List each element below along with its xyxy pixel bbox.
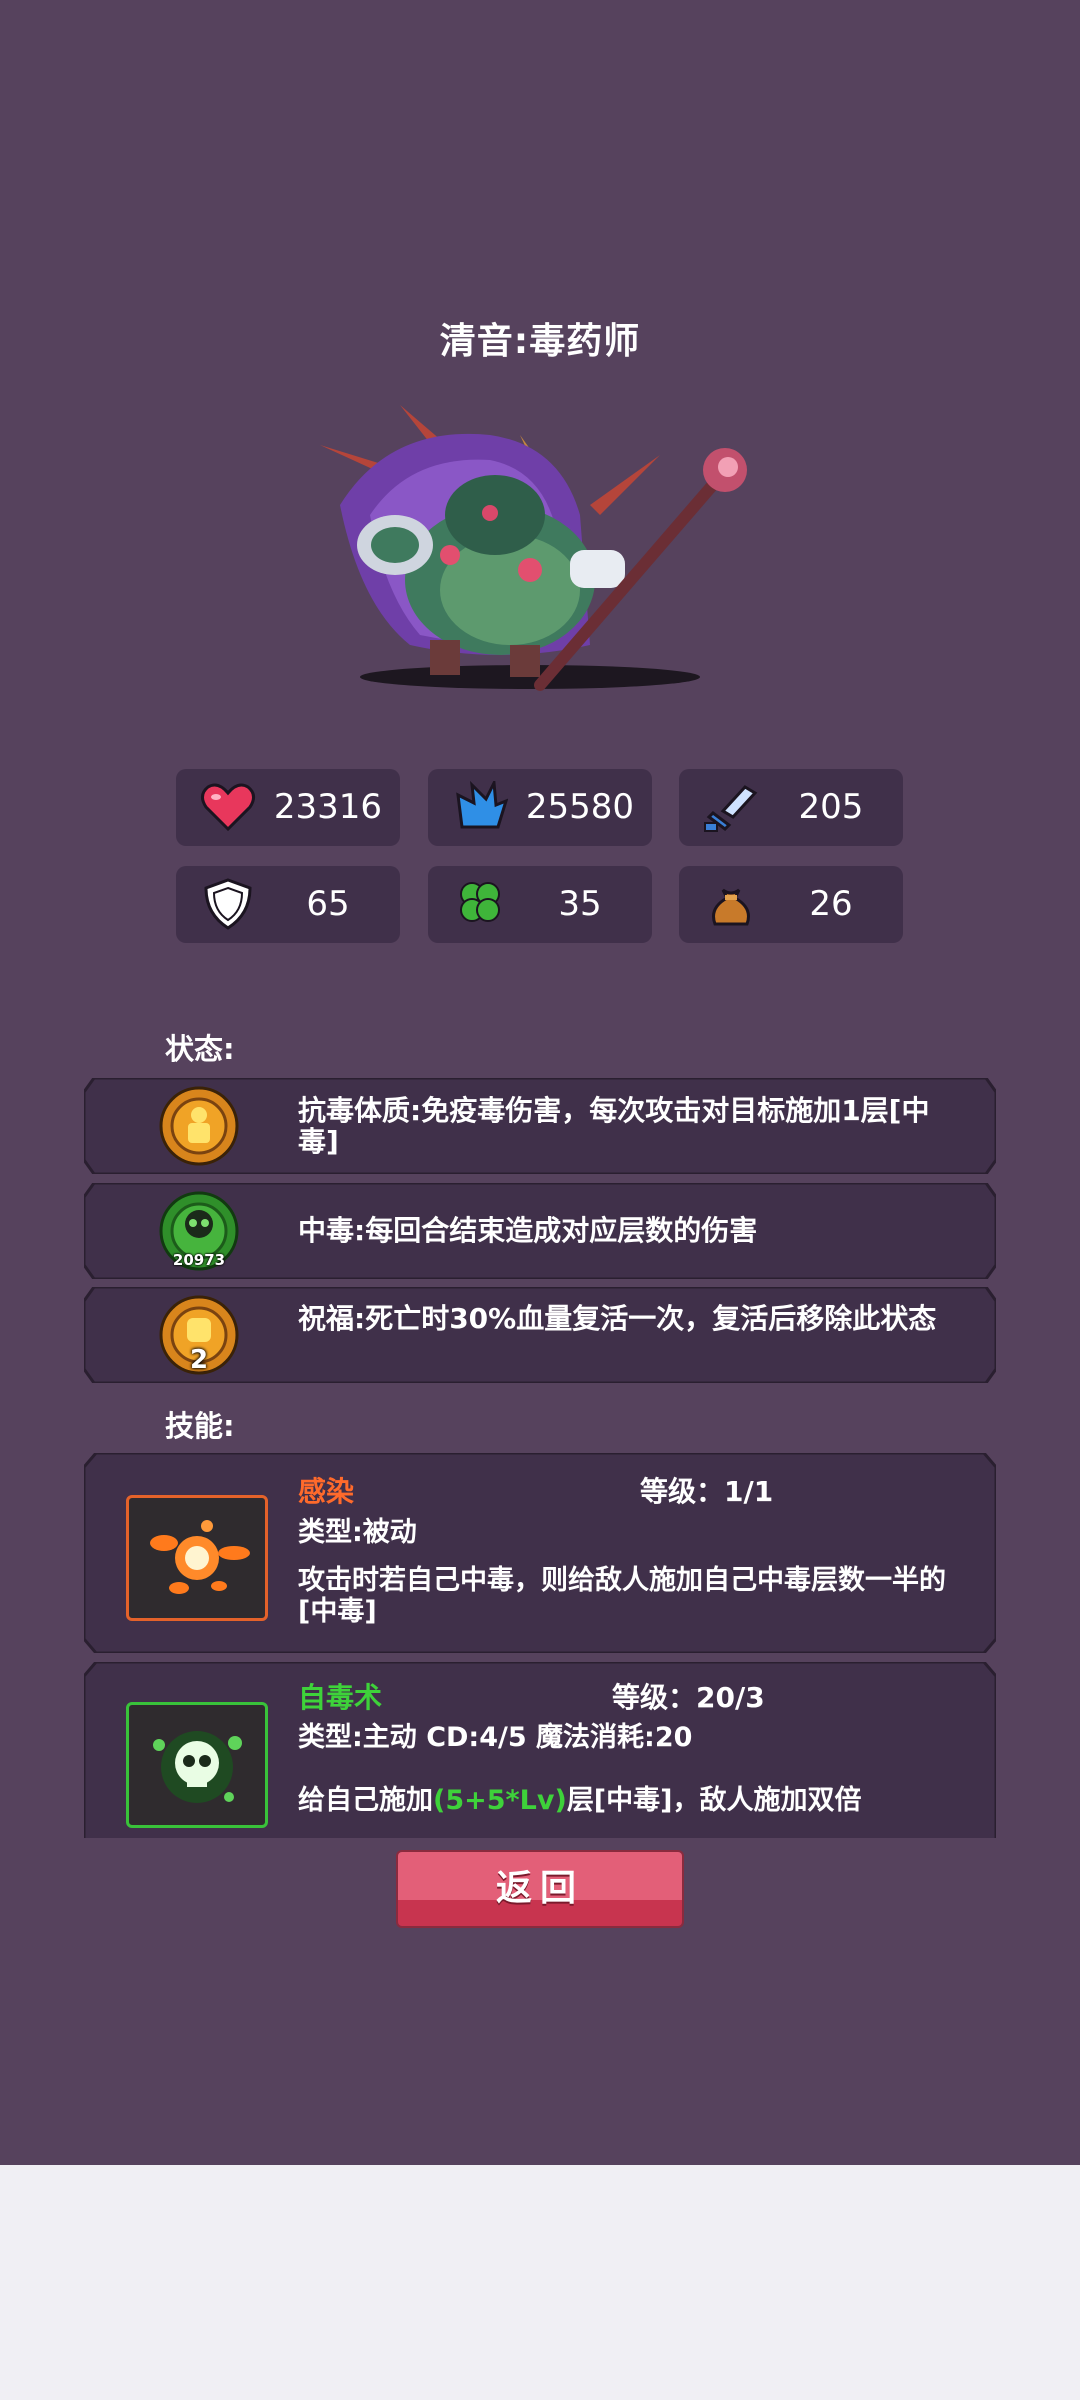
status-section-label: 状态: <box>165 1032 235 1066</box>
skill-desc-suffix: 层[中毒]，敌人施加双倍 <box>566 1785 862 1816</box>
back-button[interactable]: 返回 <box>396 1850 684 1928</box>
skill-type: 类型:主动 CD:4/5 魔法消耗:20 <box>298 1722 693 1753</box>
status-item: 2 祝福:死亡时30%血量复活一次，复活后移除此状态 <box>84 1287 996 1383</box>
status-item: 20973 中毒:每回合结束造成对应层数的伤害 <box>84 1183 996 1279</box>
clover-icon <box>460 882 500 922</box>
self-poison-skull-icon <box>126 1702 268 1828</box>
character-detail-screen: 清音:毒药师 23316 25580 205 65 35 26 状态: 抗毒体质… <box>0 0 1080 2165</box>
defense-value: 65 <box>306 884 350 924</box>
status-text: 抗毒体质:免疫毒伤害，每次攻击对目标施加1层[中毒] <box>298 1094 930 1158</box>
gold-stat: 26 <box>679 866 903 943</box>
hp-value: 23316 <box>273 787 383 827</box>
status-text: 中毒:每回合结束造成对应层数的伤害 <box>298 1214 758 1247</box>
skill-description: 给自己施加(5+5*Lv)层[中毒]，敌人施加双倍 <box>298 1785 956 1816</box>
skills-section-label: 技能: <box>165 1409 235 1443</box>
luck-value: 35 <box>558 884 602 924</box>
status-item: 抗毒体质:免疫毒伤害，每次攻击对目标施加1层[中毒] <box>84 1078 996 1174</box>
skill-card-self-poison[interactable]: 自毒术 等级：20/3 类型:主动 CD:4/5 魔法消耗:20 给自己施加(5… <box>84 1662 996 1838</box>
sword-icon <box>704 785 758 832</box>
status-stack-count: 20973 <box>172 1251 226 1269</box>
status-stack-count: 2 <box>189 1345 209 1375</box>
mana-value: 25580 <box>525 787 635 827</box>
mana-stat: 25580 <box>428 769 652 846</box>
character-title: 清音:毒药师 <box>439 321 641 362</box>
shield-icon <box>204 878 252 930</box>
attack-stat: 205 <box>679 769 903 846</box>
status-text: 祝福:死亡时30%血量复活一次，复活后移除此状态 <box>298 1302 937 1335</box>
skill-name: 自毒术 <box>298 1681 383 1714</box>
luck-stat: 35 <box>428 866 652 943</box>
gold-value: 26 <box>809 884 853 924</box>
skill-name: 感染 <box>298 1475 355 1508</box>
skill-level: 等级：1/1 <box>640 1475 774 1508</box>
mana-icon <box>456 781 508 829</box>
back-button-label: 返回 <box>495 1868 584 1909</box>
skill-level: 等级：20/3 <box>612 1681 765 1714</box>
skill-description: 攻击时若自己中毒，则给敌人施加自己中毒层数一半的[中毒] <box>298 1565 946 1627</box>
skill-type: 类型:被动 <box>298 1517 417 1548</box>
poison-master-character-image <box>320 405 747 691</box>
defense-stat: 65 <box>176 866 400 943</box>
poison-resist-icon <box>159 1086 239 1166</box>
skill-list-clip[interactable]: 自毒术 等级：20/3 类型:主动 CD:4/5 魔法消耗:20 给自己施加(5… <box>84 1662 996 1838</box>
hp-stat: 23316 <box>176 769 400 846</box>
skill-card-infect[interactable]: 感染 等级：1/1 类型:被动 攻击时若自己中毒，则给敌人施加自己中毒层数一半的… <box>84 1453 996 1653</box>
infect-splash-icon <box>126 1495 268 1621</box>
skill-desc-formula: (5+5*Lv) <box>433 1785 567 1816</box>
heart-icon <box>201 783 255 832</box>
attack-value: 205 <box>798 787 864 827</box>
money-bag-icon <box>712 888 750 926</box>
skill-desc-prefix: 给自己施加 <box>298 1785 433 1816</box>
